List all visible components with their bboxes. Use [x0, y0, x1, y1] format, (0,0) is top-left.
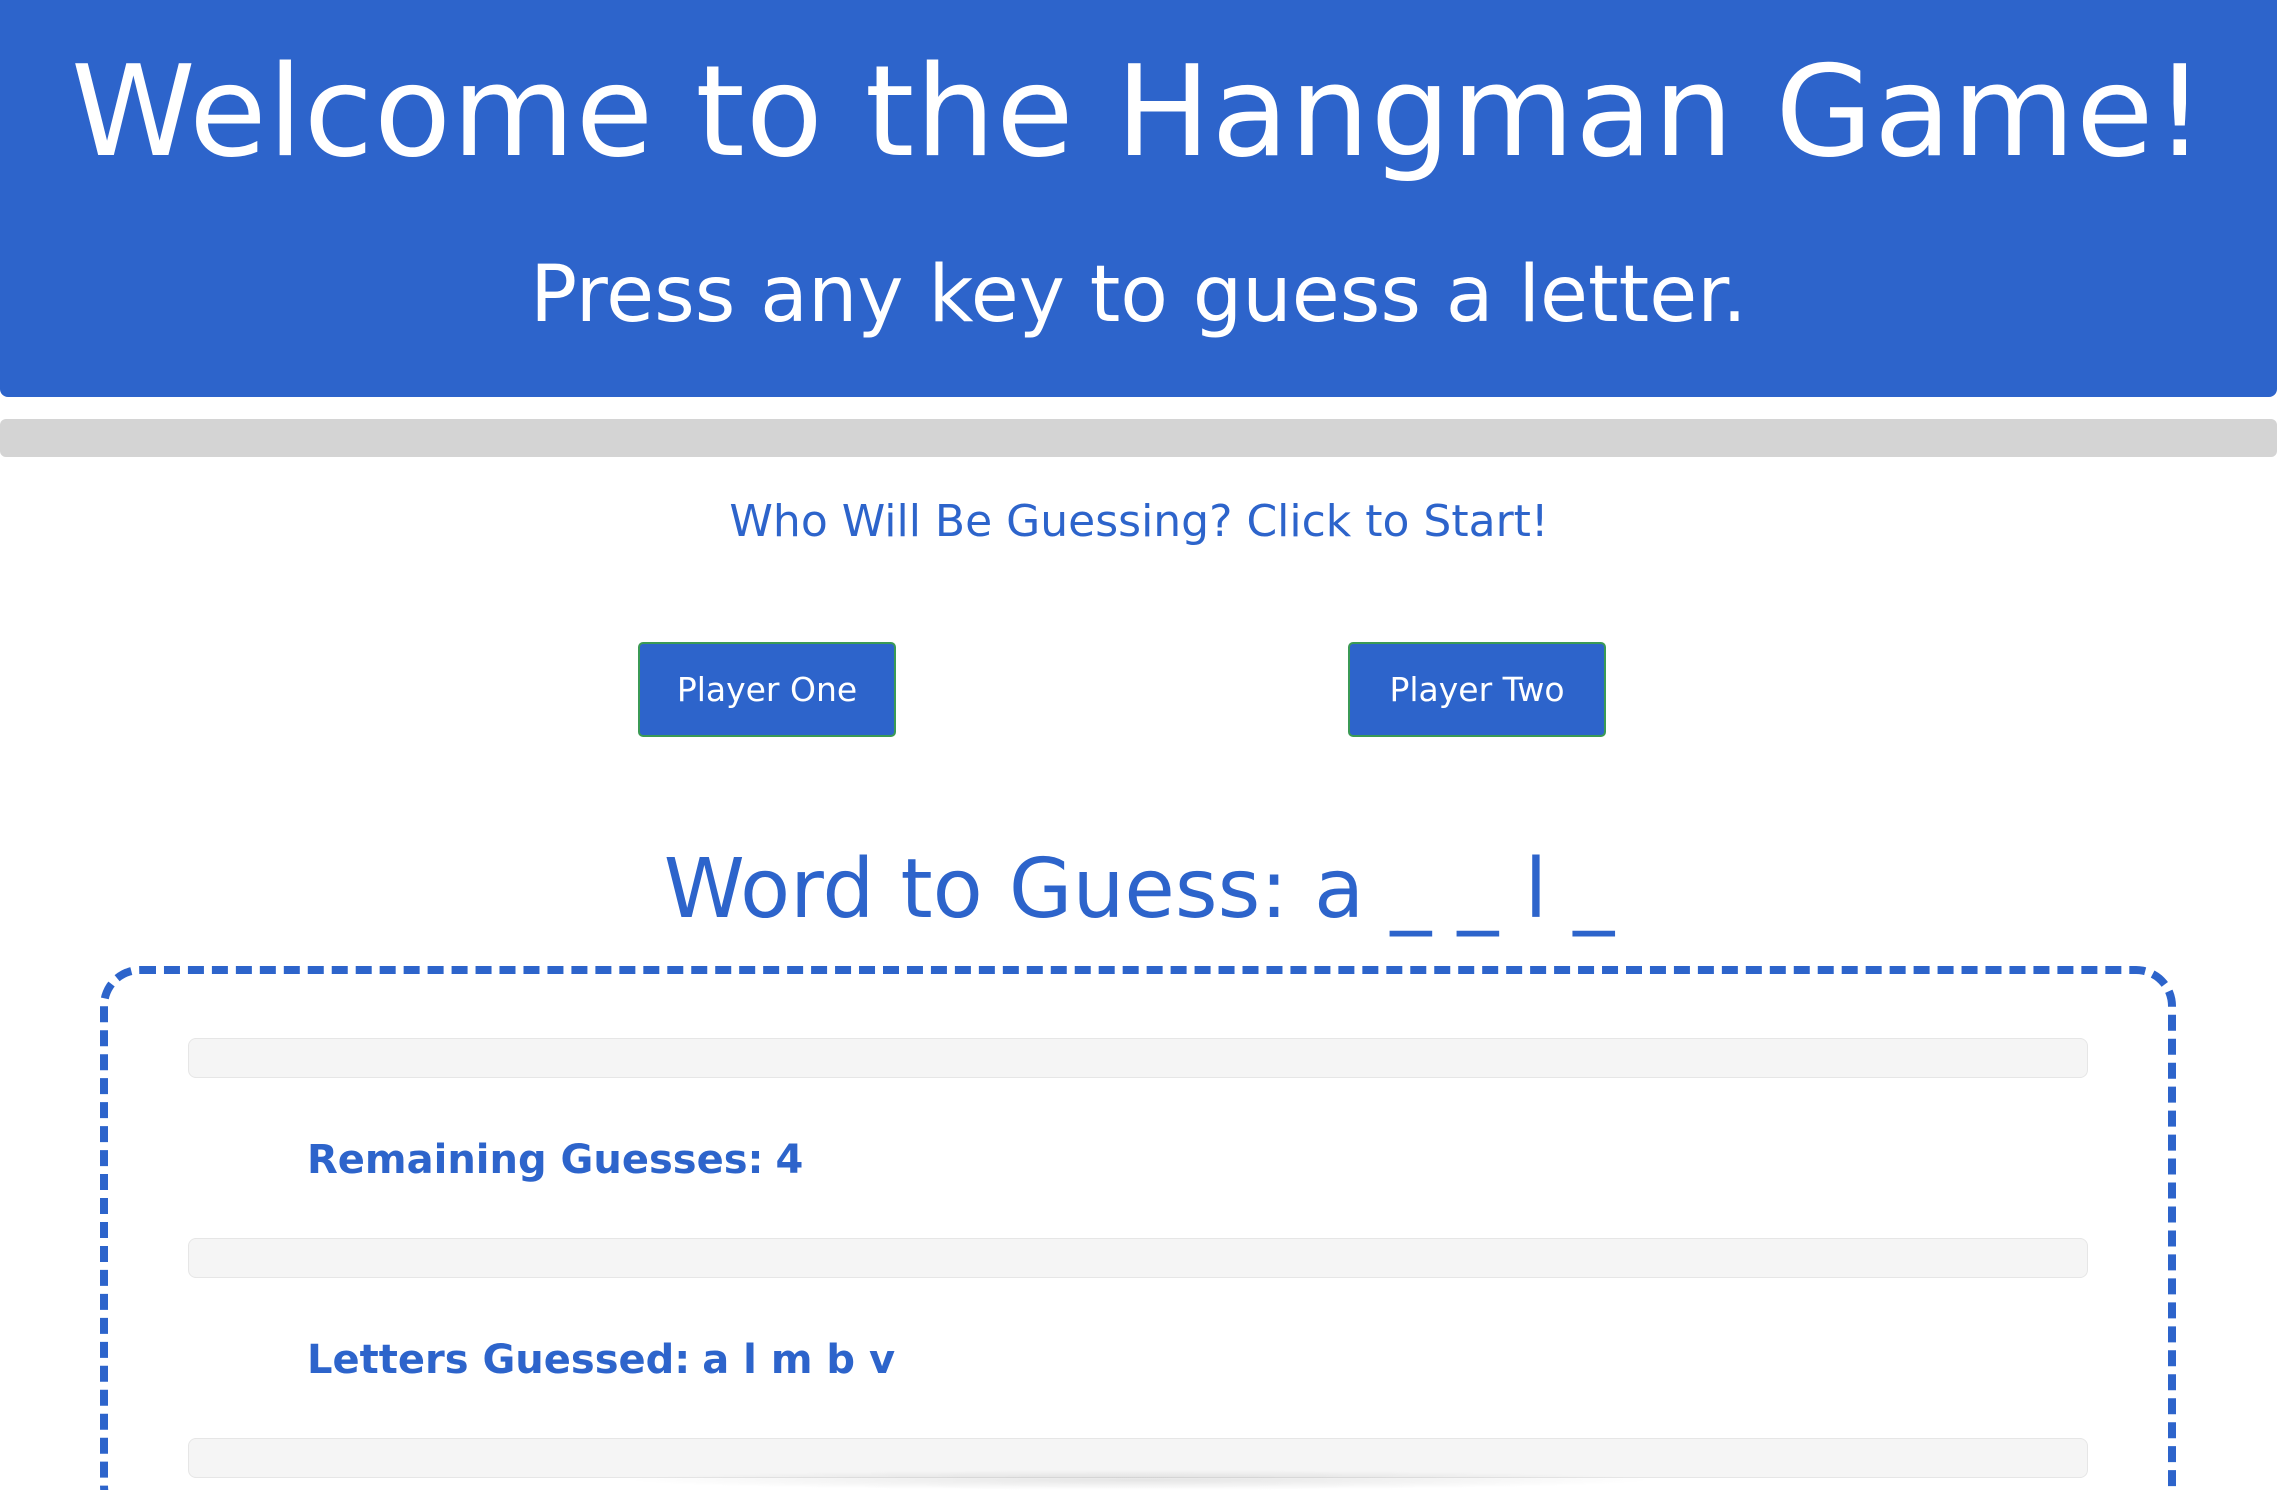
player-two-button[interactable]: Player Two [1348, 642, 1606, 737]
remaining-guesses-value: 4 [775, 1137, 804, 1183]
remaining-guesses-label: Remaining Guesses: [307, 1137, 764, 1183]
divider-bar [0, 419, 2277, 457]
letters-guessed-value: a l m b v [702, 1337, 896, 1383]
page-title: Welcome to the Hangman Game! [70, 38, 2207, 185]
page-subtitle: Press any key to guess a letter. [530, 250, 1747, 340]
word-to-guess: Word to Guess: a _ _ l _ [0, 830, 2278, 950]
word-display: a _ _ l _ [1314, 842, 1615, 937]
letters-guessed-label: Letters Guessed: [307, 1337, 691, 1383]
header-banner: Welcome to the Hangman Game! Press any k… [0, 0, 2277, 397]
letters-guessed: Letters Guessed: a l m b v [307, 1330, 895, 1390]
remaining-guesses: Remaining Guesses: 4 [307, 1130, 803, 1190]
player-select-prompt: Who Will Be Guessing? Click to Start! [729, 496, 1549, 547]
hangman-page: Welcome to the Hangman Game! Press any k… [0, 0, 2278, 1490]
panel-shadow [620, 1470, 1660, 1490]
player-one-button[interactable]: Player One [638, 642, 896, 737]
stats-well [188, 1238, 2088, 1278]
word-label: Word to Guess: [663, 842, 1288, 937]
stats-well [188, 1038, 2088, 1078]
